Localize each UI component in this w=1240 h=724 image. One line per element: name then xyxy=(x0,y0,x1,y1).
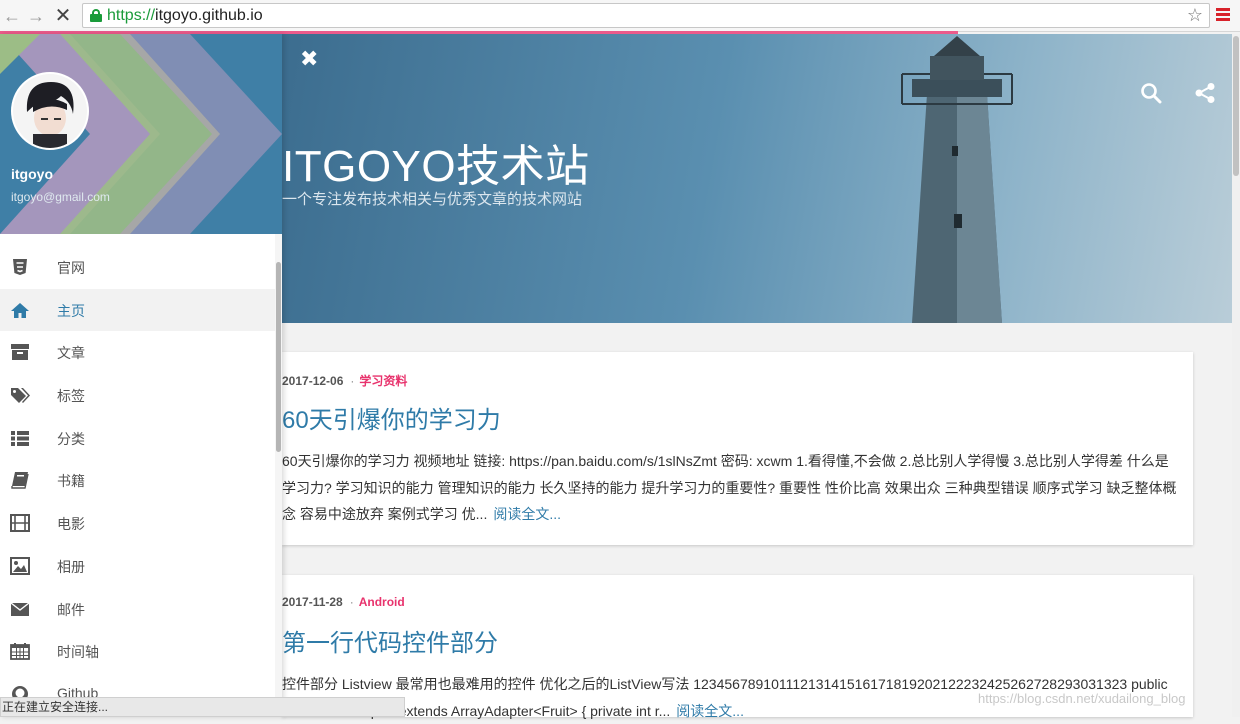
watermark-text: https://blog.csdn.net/xudailong_blog xyxy=(978,691,1186,706)
profile-name: itgoyo xyxy=(11,166,53,182)
close-icon[interactable]: ✖ xyxy=(300,46,318,72)
browser-status-bar: 正在建立安全连接... xyxy=(0,697,405,717)
browser-menu-icon[interactable] xyxy=(1216,8,1230,22)
post-category[interactable]: Android xyxy=(359,595,405,609)
sidebar-item-album[interactable]: 相册 xyxy=(0,545,276,588)
profile-email: itgoyo@gmail.com xyxy=(11,190,110,204)
list-icon xyxy=(11,430,29,446)
page-scrollbar-thumb[interactable] xyxy=(1233,36,1239,176)
tags-icon xyxy=(11,388,30,404)
sidebar-item-label: 主页 xyxy=(57,302,85,319)
forward-arrow-icon[interactable]: → xyxy=(26,6,46,26)
post-meta: 2017-12-06 · 学习资料 xyxy=(282,374,408,388)
post-meta: 2017-11-28 · Android xyxy=(282,595,405,609)
sidebar-item-categories[interactable]: 分类 xyxy=(0,417,276,460)
book-icon xyxy=(11,472,29,490)
sidebar-item-label: 相册 xyxy=(57,558,85,575)
post-card: 2017-12-06 · 学习资料 60天引爆你的学习力 60天引爆你的学习力 视频… xyxy=(282,352,1193,545)
sidebar-item-mail[interactable]: 邮件 xyxy=(0,588,276,631)
sidebar-item-books[interactable]: 书籍 xyxy=(0,459,276,502)
browser-toolbar: ← → ✕ https://itgoyo.github.io ☆ xyxy=(0,0,1240,32)
sidebar-scrollbar[interactable] xyxy=(275,234,282,717)
url-text[interactable]: https://itgoyo.github.io xyxy=(107,7,263,25)
url-host: itgoyo.github.io xyxy=(155,7,263,24)
read-more-link[interactable]: 阅读全文... xyxy=(493,506,561,522)
film-icon xyxy=(10,514,30,533)
sidebar-item-label: 邮件 xyxy=(57,601,85,618)
calendar-icon xyxy=(10,643,30,661)
stop-loading-icon[interactable]: ✕ xyxy=(53,6,73,26)
image-icon xyxy=(10,556,30,575)
sidebar-item-label: 标签 xyxy=(57,388,85,405)
back-arrow-icon[interactable]: ← xyxy=(2,6,22,26)
post-date: 2017-11-28 xyxy=(282,595,343,609)
page-scrollbar[interactable] xyxy=(1232,34,1240,717)
envelope-icon xyxy=(10,601,30,616)
bookmark-star-icon[interactable]: ☆ xyxy=(1187,5,1203,26)
avatar[interactable] xyxy=(11,72,89,150)
sidebar-item-label: 电影 xyxy=(57,516,85,533)
sidebar-item-label: 文章 xyxy=(57,345,85,362)
lock-icon xyxy=(90,9,102,22)
sidebar-item-label: 时间轴 xyxy=(57,644,99,661)
archive-icon xyxy=(11,344,29,361)
sidebar-scrollbar-thumb[interactable] xyxy=(276,262,281,452)
sidebar-item-home[interactable]: 主页 xyxy=(0,288,276,332)
lighthouse-image xyxy=(901,36,1013,323)
home-icon xyxy=(11,302,29,318)
post-excerpt: 60天引爆你的学习力 视频地址 链接: https://pan.baidu.co… xyxy=(282,448,1177,528)
site-subtitle: 一个专注发布技术相关与优秀文章的技术网站 xyxy=(282,191,583,208)
html5-icon xyxy=(13,259,27,275)
sidebar-drawer: itgoyo itgoyo@gmail.com 官网 主页 文章 标签 分类 书… xyxy=(0,34,282,717)
sidebar-item-label: 书籍 xyxy=(57,473,85,490)
post-title[interactable]: 第一行代码控件部分 xyxy=(282,623,498,658)
post-excerpt-text: 60天引爆你的学习力 视频地址 链接: https://pan.baidu.co… xyxy=(282,453,1177,522)
sidebar-profile-header: itgoyo itgoyo@gmail.com xyxy=(0,34,282,234)
sidebar-item-label: 分类 xyxy=(57,430,85,447)
read-more-link[interactable]: 阅读全文... xyxy=(676,703,744,719)
address-bar[interactable]: https://itgoyo.github.io ☆ xyxy=(82,3,1210,28)
site-title: ITGOYO技术站 xyxy=(282,142,590,191)
sidebar-item-movies[interactable]: 电影 xyxy=(0,502,276,545)
sidebar-menu: 官网 主页 文章 标签 分类 书籍 电影 相册 邮件 时间轴 Github xyxy=(0,246,276,716)
sidebar-item-official-site[interactable]: 官网 xyxy=(0,246,276,289)
share-icon[interactable] xyxy=(1194,82,1216,104)
search-icon[interactable] xyxy=(1140,82,1162,104)
post-title[interactable]: 60天引爆你的学习力 xyxy=(282,400,501,435)
sidebar-item-label: 官网 xyxy=(57,260,85,276)
sidebar-item-tags[interactable]: 标签 xyxy=(0,374,276,417)
sidebar-item-timeline[interactable]: 时间轴 xyxy=(0,630,276,673)
post-category[interactable]: 学习资料 xyxy=(359,374,407,388)
url-scheme: https:// xyxy=(107,7,156,24)
sidebar-item-articles[interactable]: 文章 xyxy=(0,331,276,374)
post-date: 2017-12-06 xyxy=(282,374,344,388)
